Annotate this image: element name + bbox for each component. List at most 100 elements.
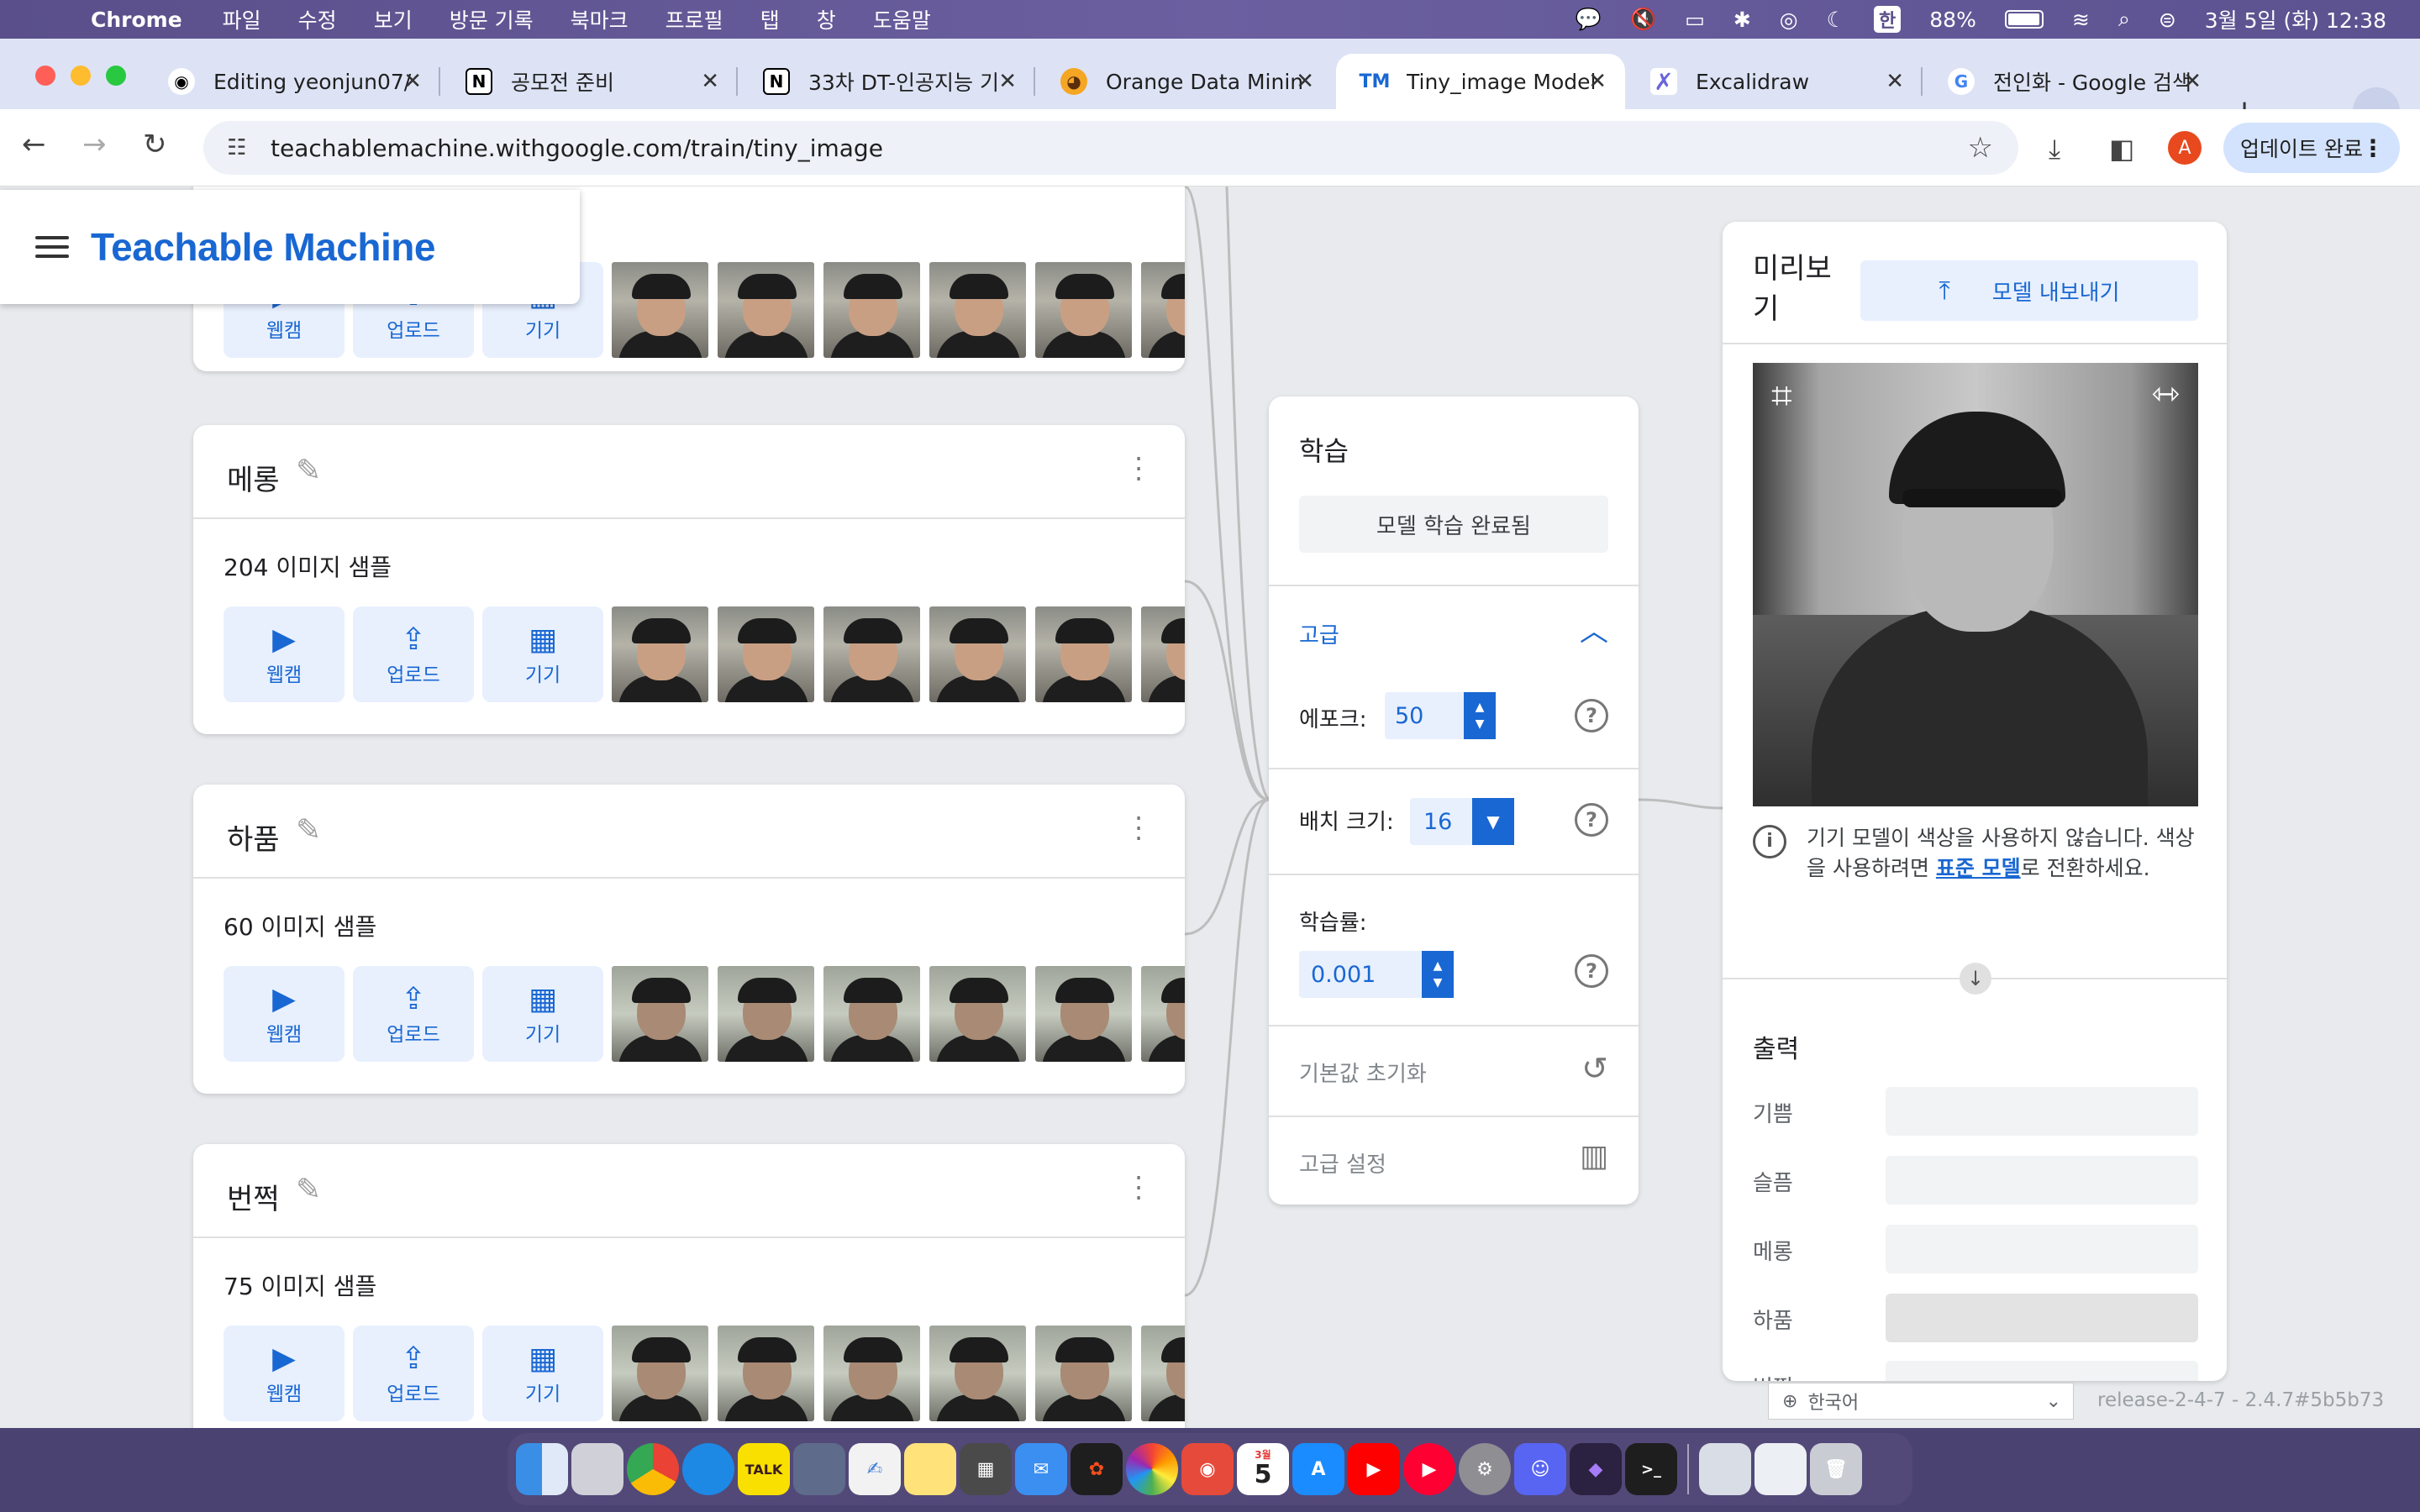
airdrop-icon[interactable]: ◎: [1780, 8, 1798, 32]
side-panel-icon[interactable]: ◧: [2109, 133, 2134, 165]
epochs-input[interactable]: 50 ▲ ▼: [1385, 692, 1496, 739]
webcam-button[interactable]: ▶ 웹캠: [224, 1326, 345, 1421]
bluetooth-icon[interactable]: ✱: [1733, 8, 1751, 32]
mail-icon[interactable]: ✉: [1015, 1443, 1067, 1495]
sample-image[interactable]: [1141, 1326, 1185, 1421]
sample-image[interactable]: [929, 1326, 1026, 1421]
update-button[interactable]: 업데이트 완료 ⋮: [2223, 123, 2400, 173]
webcam-button[interactable]: ▶ 웹캠: [224, 966, 345, 1062]
menu-tab[interactable]: 탭: [760, 4, 780, 34]
hamburger-menu-icon[interactable]: [35, 230, 69, 264]
focus-moon-icon[interactable]: ☾: [1827, 8, 1845, 32]
class-name[interactable]: 메롱: [227, 457, 280, 498]
calculator-icon[interactable]: ▦: [960, 1443, 1012, 1495]
sample-image[interactable]: [718, 966, 814, 1062]
figma-icon[interactable]: ✿: [1071, 1443, 1123, 1495]
sample-image[interactable]: [612, 262, 708, 358]
menu-history[interactable]: 방문 기록: [450, 4, 534, 34]
back-arrow-icon[interactable]: ←: [22, 128, 46, 161]
menu-view[interactable]: 보기: [374, 4, 413, 34]
learning-rate-stepper[interactable]: ▲ ▼: [1422, 951, 1454, 998]
screen-app-icon[interactable]: [793, 1443, 845, 1495]
documents-folder-icon[interactable]: [1699, 1443, 1751, 1495]
safari-icon[interactable]: [682, 1443, 734, 1495]
reload-icon[interactable]: ↻: [143, 128, 167, 161]
upload-button[interactable]: ⇪ 업로드: [353, 606, 474, 702]
class-name[interactable]: 번쩍: [227, 1176, 280, 1217]
standard-model-link[interactable]: 표준 모델: [1936, 856, 2021, 880]
chevron-up-icon[interactable]: ︿: [1580, 608, 1608, 649]
close-tab-icon[interactable]: ✕: [998, 69, 1017, 94]
sample-image[interactable]: [1141, 262, 1185, 358]
sample-image[interactable]: [1035, 966, 1132, 1062]
menu-edit[interactable]: 수정: [298, 4, 337, 34]
terminal-icon[interactable]: >_: [1625, 1443, 1677, 1495]
input-method-indicator[interactable]: 한: [1874, 6, 1902, 33]
mute-icon[interactable]: 🔇: [1630, 7, 1656, 32]
tab-notion-dt[interactable]: N 33차 DT-인공지능 기 ✕: [738, 54, 1035, 109]
close-tab-icon[interactable]: ✕: [1886, 69, 1904, 94]
minimize-window-button[interactable]: [71, 66, 91, 86]
downloads-stack-icon[interactable]: [1754, 1443, 1807, 1495]
upload-button[interactable]: ⇪ 업로드: [353, 1326, 474, 1421]
reset-defaults-row[interactable]: 기본값 초기화 ↺: [1269, 1025, 1639, 1116]
menubar-clock[interactable]: 3월 5일 (화) 12:38: [2205, 4, 2386, 34]
brand-logo[interactable]: Teachable Machine: [91, 224, 435, 270]
close-tab-icon[interactable]: ✕: [403, 69, 422, 94]
calendar-icon[interactable]: 3월 5: [1237, 1443, 1289, 1495]
tab-github[interactable]: ◉ Editing yeonjun07/ ✕: [143, 54, 440, 109]
forward-arrow-icon[interactable]: →: [82, 128, 107, 161]
obsidian-icon[interactable]: ◆: [1570, 1443, 1622, 1495]
menu-help[interactable]: 도움말: [873, 4, 931, 34]
messages-status-icon[interactable]: 💬: [1576, 7, 1602, 32]
more-options-icon[interactable]: · · ·: [1134, 1164, 1143, 1211]
sample-image[interactable]: [1141, 606, 1185, 702]
epochs-stepper[interactable]: ▲ ▼: [1464, 692, 1496, 739]
device-button[interactable]: ▦ 기기: [482, 1326, 603, 1421]
youtube-music-icon[interactable]: ▶: [1403, 1443, 1455, 1495]
sample-image[interactable]: [1035, 1326, 1132, 1421]
sample-image[interactable]: [929, 262, 1026, 358]
flip-icon[interactable]: ⇿: [2151, 375, 2180, 413]
spotlight-search-icon[interactable]: ⌕: [2118, 7, 2130, 32]
trash-icon[interactable]: 🗑: [1810, 1443, 1862, 1495]
sample-image[interactable]: [612, 1326, 708, 1421]
profile-avatar[interactable]: A: [2168, 131, 2202, 165]
device-button[interactable]: ▦ 기기: [482, 606, 603, 702]
export-model-button[interactable]: ⤒ 모델 내보내기: [1860, 260, 2198, 321]
sample-image[interactable]: [718, 606, 814, 702]
menu-window[interactable]: 창: [817, 4, 836, 34]
youtube-icon[interactable]: ▶: [1348, 1443, 1400, 1495]
webcam-button[interactable]: ▶ 웹캠: [224, 606, 345, 702]
tab-notion-contest[interactable]: N 공모전 준비 ✕: [440, 54, 738, 109]
tab-orange[interactable]: ◕ Orange Data Minin ✕: [1035, 54, 1333, 109]
language-select[interactable]: ⊕ 한국어 ⌄: [1768, 1383, 2074, 1420]
sample-image[interactable]: [612, 606, 708, 702]
epochs-help-icon[interactable]: ?: [1575, 699, 1608, 732]
finder-icon[interactable]: [516, 1443, 568, 1495]
sample-image[interactable]: [823, 1326, 920, 1421]
sample-image[interactable]: [1035, 606, 1132, 702]
zoom-window-button[interactable]: [106, 66, 126, 86]
more-menu-icon[interactable]: ⋮: [2361, 134, 2385, 162]
class-name[interactable]: 하품: [227, 816, 280, 858]
sample-image[interactable]: [1141, 966, 1185, 1062]
menu-bookmarks[interactable]: 북마크: [571, 4, 629, 34]
learning-rate-help-icon[interactable]: ?: [1575, 954, 1608, 988]
screen-mirroring-icon[interactable]: ▭: [1685, 8, 1705, 32]
sample-image[interactable]: [1035, 262, 1132, 358]
menu-profiles[interactable]: 프로필: [666, 4, 723, 34]
menu-file[interactable]: 파일: [223, 4, 261, 34]
close-window-button[interactable]: [35, 66, 55, 86]
wifi-icon[interactable]: ≋: [2072, 8, 2090, 32]
photo-booth-icon[interactable]: ◉: [1181, 1443, 1234, 1495]
sample-image[interactable]: [823, 606, 920, 702]
address-bar[interactable]: ☷ teachablemachine.withgoogle.com/train/…: [203, 121, 2018, 175]
upload-button[interactable]: ⇪ 업로드: [353, 966, 474, 1062]
epochs-value[interactable]: 50: [1395, 703, 1423, 729]
url-text[interactable]: teachablemachine.withgoogle.com/train/ti…: [271, 134, 883, 162]
notes-icon[interactable]: [904, 1443, 956, 1495]
reset-defaults-label[interactable]: 기본값 초기화: [1299, 1057, 1427, 1088]
freeform-icon[interactable]: ✍: [849, 1443, 901, 1495]
learning-rate-input[interactable]: 0.001 ▲ ▼: [1299, 951, 1454, 998]
